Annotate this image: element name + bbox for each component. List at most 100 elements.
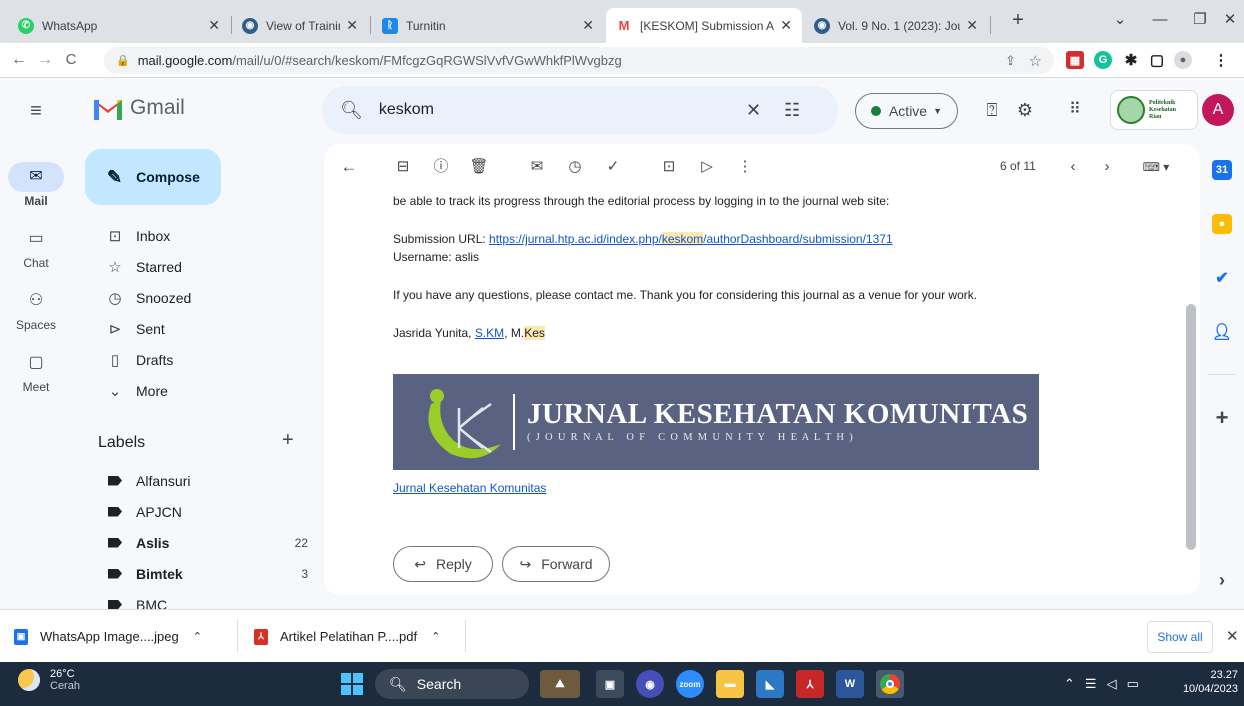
- snipping-tool-icon[interactable]: ◣: [756, 670, 784, 698]
- show-hidden-icons-icon[interactable]: ⌃: [1064, 676, 1075, 692]
- download-item[interactable]: ▣ WhatsApp Image....jpeg ⌃: [14, 610, 236, 663]
- report-spam-icon[interactable]: ⓘ: [430, 156, 452, 178]
- nav-snoozed[interactable]: ◷ Snoozed: [72, 282, 312, 314]
- file-explorer-icon[interactable]: ▬: [716, 670, 744, 698]
- help-icon[interactable]: ⍰: [980, 98, 1004, 122]
- download-item[interactable]: ⅄ Artikel Pelatihan P....pdf ⌃: [254, 610, 464, 663]
- side-panel-icon[interactable]: ▢: [1148, 51, 1166, 69]
- compose-button[interactable]: ✎ Compose: [85, 149, 221, 205]
- tab-whatsapp[interactable]: ✆ WhatsApp ✕: [8, 8, 230, 43]
- battery-icon[interactable]: ▭: [1127, 676, 1139, 692]
- journal-footer-link[interactable]: Jurnal Kesehatan Komunitas: [393, 481, 546, 495]
- nav-more[interactable]: ⌄ More: [72, 375, 312, 407]
- more-options-icon[interactable]: ⋮: [734, 156, 756, 178]
- status-active-button[interactable]: Active ▼: [855, 93, 958, 129]
- nav-starred[interactable]: ☆ Starred: [72, 251, 312, 283]
- wifi-icon[interactable]: ☰: [1085, 676, 1097, 692]
- weather-widget[interactable]: 26°C Cerah: [18, 668, 80, 692]
- account-avatar[interactable]: A: [1202, 94, 1234, 126]
- settings-gear-icon[interactable]: ⚙: [1013, 98, 1037, 122]
- search-icon[interactable]: 🔍︎: [340, 100, 363, 121]
- close-icon[interactable]: ✕: [966, 17, 978, 34]
- grammarly-icon[interactable]: G: [1094, 51, 1112, 69]
- label-bimtek[interactable]: Bimtek 3: [72, 558, 312, 590]
- close-icon[interactable]: ✕: [780, 17, 792, 34]
- org-logo[interactable]: Politeknik Kesehatan Riau: [1110, 90, 1198, 130]
- close-download-bar-icon[interactable]: ✕: [1226, 627, 1239, 645]
- add-label-icon[interactable]: +: [282, 429, 294, 452]
- tasks-icon[interactable]: ✔: [1212, 268, 1232, 288]
- forward-button[interactable]: ↪ Forward: [502, 546, 610, 582]
- rail-chat[interactable]: ▭ Chat: [0, 224, 72, 270]
- journal-banner[interactable]: JURNAL KESEHATAN KOMUNITAS ( J O U R N A…: [393, 374, 1039, 470]
- address-bar[interactable]: 🔒 mail.google.com/mail/u/0/#search/kesko…: [104, 47, 1054, 74]
- label-bmc[interactable]: BMC: [72, 589, 312, 609]
- minimize-icon[interactable]: —: [1140, 6, 1180, 34]
- newer-icon[interactable]: ‹: [1062, 156, 1084, 178]
- tab-turnitin[interactable]: ᚱ Turnitin ✕: [372, 8, 604, 43]
- main-menu-icon[interactable]: ≡: [24, 99, 48, 123]
- clear-search-icon[interactable]: ✕: [746, 100, 761, 121]
- rail-mail[interactable]: ✉ Mail: [0, 162, 72, 208]
- nav-drafts[interactable]: ▯ Drafts: [72, 344, 312, 376]
- get-addons-icon[interactable]: +: [1212, 405, 1232, 430]
- task-view-icon[interactable]: ▣: [596, 670, 624, 698]
- extension-icon[interactable]: ▦: [1066, 51, 1084, 69]
- tab-training[interactable]: ◉ View of Training on the Us ✕: [232, 8, 368, 43]
- label-as-icon[interactable]: ▷: [696, 156, 718, 178]
- widget-image-icon[interactable]: ⛰: [540, 670, 580, 698]
- add-task-icon[interactable]: ✓: [602, 156, 624, 178]
- teams-chat-icon[interactable]: ◉: [636, 670, 664, 698]
- extensions-puzzle-icon[interactable]: ✱: [1122, 51, 1140, 69]
- volume-icon[interactable]: ◁: [1107, 676, 1117, 692]
- tab-journal-vol9[interactable]: ◉ Vol. 9 No. 1 (2023): Journa ✕: [804, 8, 988, 43]
- apps-grid-icon[interactable]: ⠿: [1063, 98, 1087, 122]
- nav-sent[interactable]: ⊳ Sent: [72, 313, 312, 345]
- acrobat-icon[interactable]: ⅄: [796, 670, 824, 698]
- mark-unread-icon[interactable]: ✉: [526, 156, 548, 178]
- zoom-icon[interactable]: zoom: [676, 670, 704, 698]
- label-aslis[interactable]: Aslis 22: [72, 527, 312, 559]
- clock[interactable]: 23.27 10/04/2023: [1174, 668, 1238, 696]
- window-close-icon[interactable]: ✕: [1210, 6, 1244, 34]
- word-icon[interactable]: W: [836, 670, 864, 698]
- reload-icon[interactable]: C: [58, 47, 84, 73]
- older-icon[interactable]: ›: [1096, 156, 1118, 178]
- snooze-icon[interactable]: ◷: [564, 156, 586, 178]
- label-apjcn[interactable]: APJCN: [72, 496, 312, 528]
- expand-panel-icon[interactable]: ›: [1212, 570, 1232, 590]
- search-options-icon[interactable]: ☷: [784, 100, 800, 121]
- keep-icon[interactable]: ●: [1212, 214, 1232, 234]
- rail-meet[interactable]: ▢ Meet: [0, 348, 72, 394]
- close-icon[interactable]: ✕: [346, 17, 358, 34]
- chrome-icon[interactable]: [876, 670, 904, 698]
- tab-search-icon[interactable]: ⌄: [1100, 6, 1140, 34]
- close-icon[interactable]: ✕: [582, 17, 594, 34]
- search-bar[interactable]: 🔍︎ ✕ ☷: [322, 86, 838, 134]
- chevron-up-icon[interactable]: ⌃: [431, 630, 440, 643]
- input-tools-icon[interactable]: ⌨ ▾: [1136, 156, 1176, 178]
- forward-icon[interactable]: →: [32, 47, 58, 73]
- close-icon[interactable]: ✕: [208, 17, 220, 34]
- back-to-list-icon[interactable]: ←: [338, 156, 360, 178]
- message-scrollbar[interactable]: [1186, 304, 1196, 550]
- reply-button[interactable]: ↩ Reply: [393, 546, 493, 582]
- new-tab-button[interactable]: +: [998, 6, 1038, 34]
- gmail-logo[interactable]: Gmail: [92, 96, 185, 120]
- nav-inbox[interactable]: ⊡ Inbox: [72, 220, 312, 252]
- submission-url-link[interactable]: https://jurnal.htp.ac.id/index.php/kesko…: [489, 232, 893, 246]
- back-icon[interactable]: ←: [6, 47, 32, 73]
- bookmark-star-icon[interactable]: ☆: [1029, 52, 1042, 70]
- browser-menu-icon[interactable]: ⋮: [1212, 51, 1230, 69]
- rail-spaces[interactable]: ⚇ Spaces: [0, 286, 72, 332]
- label-alfansuri[interactable]: Alfansuri: [72, 465, 312, 497]
- profile-icon[interactable]: ●: [1174, 51, 1192, 69]
- delete-icon[interactable]: 🗑︎: [468, 156, 490, 178]
- windows-start-icon[interactable]: [338, 670, 366, 698]
- archive-icon[interactable]: ⊟: [392, 156, 414, 178]
- move-to-icon[interactable]: ⊡: [658, 156, 680, 178]
- search-input[interactable]: [378, 101, 719, 119]
- share-icon[interactable]: ⇪: [1005, 53, 1016, 69]
- taskbar-search[interactable]: 🔍︎ Search: [375, 669, 529, 699]
- chevron-up-icon[interactable]: ⌃: [193, 630, 202, 643]
